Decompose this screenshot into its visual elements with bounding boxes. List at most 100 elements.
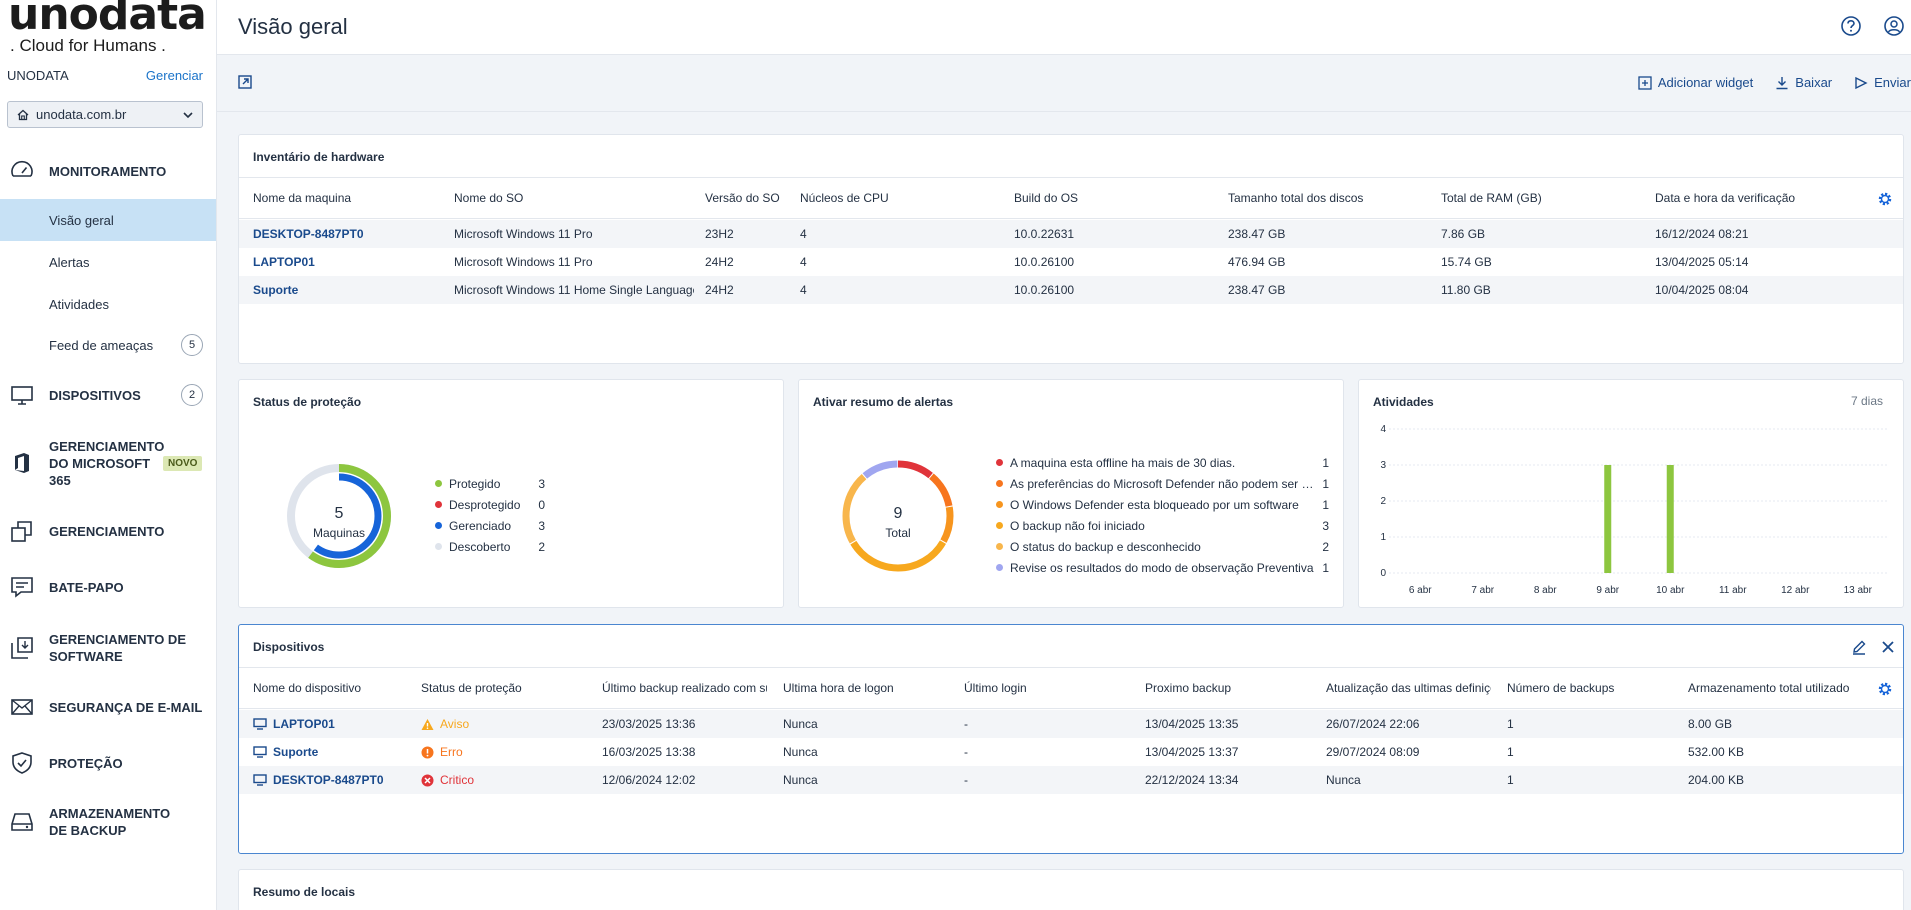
nav-section-label: BATE-PAPO (49, 579, 124, 595)
sidebar-item-threat-feed[interactable]: Feed de ameaças 5 (0, 324, 216, 366)
gear-icon[interactable] (1877, 681, 1893, 697)
column-header[interactable]: Armazenamento total utilizado (1688, 668, 1853, 708)
table-cell: 13/04/2025 13:35 (1145, 717, 1239, 731)
x-tick-label: 6 abr (1409, 585, 1432, 596)
sidebar-item-activities[interactable]: Atividades (0, 283, 216, 325)
nav-section-protection[interactable]: PROTEÇÃO (0, 748, 216, 778)
nav-section-label: SEGURANÇA DE E-MAIL (49, 699, 203, 715)
device-name: DESKTOP-8487PT0 (273, 773, 384, 787)
x-tick-label: 9 abr (1596, 585, 1619, 596)
donut-center-label: Total (885, 526, 910, 540)
table-header: Nome da maquina Nome do SO Versão do SO … (239, 177, 1903, 219)
column-header[interactable]: Último backup realizado com sucesso (602, 668, 767, 708)
legend-item: Protegido 3 (435, 473, 545, 494)
table-cell: 22/12/2024 13:34 (1145, 773, 1239, 787)
nav-section-email[interactable]: SEGURANÇA DE E-MAIL (0, 692, 216, 722)
column-header[interactable]: Status de proteção (421, 668, 586, 708)
device-name-link[interactable]: DESKTOP-8487PT0 (253, 766, 413, 794)
chart-bar[interactable] (1666, 465, 1674, 573)
page-title: Visão geral (238, 14, 348, 39)
nav-section-monitoring[interactable]: MONITORAMENTO (0, 156, 216, 186)
x-tick-label: 8 abr (1534, 585, 1557, 596)
column-header[interactable]: Proximo backup (1145, 668, 1310, 708)
legend-value: 0 (538, 497, 545, 512)
home-icon (17, 109, 29, 120)
column-header[interactable]: Versão do SO (705, 178, 795, 218)
windows-stack-icon (11, 521, 32, 542)
nav-section-m365[interactable]: GERENCIAMENTO DO MICROSOFT 365 NOVO (0, 436, 216, 490)
column-header[interactable]: Último login (964, 668, 1129, 708)
legend-item: Revise os resultados do modo de observaç… (996, 557, 1329, 578)
sidebar-item-overview[interactable]: Visão geral (0, 199, 216, 241)
nav-section-backup[interactable]: ARMAZENAMENTO DE BACKUP (0, 804, 216, 840)
column-header[interactable]: Build do OS (1014, 178, 1214, 218)
column-header[interactable]: Nome do SO (454, 178, 694, 218)
send-button[interactable]: Enviar (1854, 75, 1911, 90)
dashboard-toolbar: Adicionar widget Baixar Enviar (217, 56, 1911, 112)
gear-icon[interactable] (1877, 191, 1893, 207)
brand-logo: unodata . Cloud for Humans . (8, 0, 208, 58)
table-cell: 12/06/2024 12:02 (602, 773, 696, 787)
column-header[interactable]: Núcleos de CPU (800, 178, 1000, 218)
table-cell: 11.80 GB (1441, 283, 1491, 297)
nav-section-chat[interactable]: BATE-PAPO (0, 572, 216, 602)
nav-section-software[interactable]: GERENCIAMENTO DE SOFTWARE (0, 630, 216, 666)
donut-center-value: 9 (894, 505, 903, 522)
table-row[interactable]: DESKTOP-8487PT0 Microsoft Windows 11 Pro 2… (239, 220, 1903, 248)
protection-status: Aviso (421, 710, 591, 738)
table-row[interactable]: LAPTOP01 Microsoft Windows 11 Pro 24H2 4 10.… (239, 248, 1903, 276)
table-cell: 10.0.22631 (1014, 227, 1075, 241)
x-tick-label: 10 abr (1656, 585, 1685, 596)
column-header[interactable]: Atualização das ultimas definições (1326, 668, 1491, 708)
manage-link[interactable]: Gerenciar (146, 68, 203, 83)
chart-bar[interactable] (1604, 465, 1612, 573)
column-header[interactable]: Total de RAM (GB) (1441, 178, 1641, 218)
devices-card: Dispositivos Nome do dispositivo Status … (238, 624, 1904, 854)
machine-name-link[interactable]: DESKTOP-8487PT0 (253, 220, 443, 248)
nav-section-label: DISPOSITIVOS (49, 387, 141, 403)
legend-label: Descoberto (449, 539, 511, 554)
column-header[interactable]: Nome do dispositivo (253, 668, 403, 708)
locations-summary-card: Resumo de locais (238, 869, 1904, 910)
table-row[interactable]: Suporte Microsoft Windows 11 Home Single … (239, 276, 1903, 304)
mail-icon (11, 699, 33, 715)
column-header[interactable]: Tamanho total dos discos (1228, 178, 1428, 218)
nav-section-management[interactable]: GERENCIAMENTO (0, 516, 216, 546)
alerts-legend: A maquina esta offline ha mais de 30 dia… (996, 452, 1329, 578)
device-name-link[interactable]: Suporte (253, 738, 413, 766)
table-cell: 238.47 GB (1228, 283, 1286, 297)
device-name: LAPTOP01 (273, 717, 335, 731)
sidebar-item-alerts[interactable]: Alertas (0, 241, 216, 283)
machine-name-link[interactable]: Suporte (253, 276, 443, 304)
legend-dot (996, 501, 1003, 508)
hard-drive-icon (11, 813, 33, 831)
device-name-link[interactable]: LAPTOP01 (253, 710, 413, 738)
expand-icon[interactable] (237, 74, 253, 90)
table-header: Nome do dispositivo Status de proteção Ú… (239, 667, 1903, 709)
legend-dot (435, 480, 442, 487)
nav-section-devices[interactable]: DISPOSITIVOS 2 (0, 380, 216, 410)
edit-icon[interactable] (1851, 639, 1867, 655)
table-row[interactable]: LAPTOP01 Aviso 23/03/2025 13:36 Nunca - 13/04… (239, 710, 1903, 738)
column-header[interactable]: Ultima hora de logon (783, 668, 948, 708)
table-cell: 238.47 GB (1228, 227, 1286, 241)
brand-tagline: . Cloud for Humans . (10, 36, 166, 55)
nav-section-label: MONITORAMENTO (49, 163, 167, 179)
add-widget-button[interactable]: Adicionar widget (1638, 75, 1753, 90)
table-row[interactable]: DESKTOP-8487PT0 Critico 12/06/2024 12:02 Nu… (239, 766, 1903, 794)
x-tick-label: 13 abr (1844, 585, 1873, 596)
table-row[interactable]: Suporte Erro 16/03/2025 13:38 Nunca - 13/04/2… (239, 738, 1903, 766)
download-button[interactable]: Baixar (1775, 75, 1832, 90)
user-account-icon[interactable] (1883, 15, 1905, 37)
download-icon (1776, 76, 1788, 89)
column-header[interactable]: Data e hora da verificação (1655, 178, 1855, 218)
help-icon[interactable] (1840, 15, 1862, 37)
close-icon[interactable] (1880, 639, 1896, 655)
domain-select[interactable]: unodata.com.br (7, 101, 203, 128)
sidebar-item-label: Alertas (49, 254, 90, 270)
machine-name-link[interactable]: LAPTOP01 (253, 248, 443, 276)
table-cell: 10/04/2025 08:04 (1655, 283, 1749, 297)
table-cell: 532.00 KB (1688, 745, 1745, 759)
column-header[interactable]: Nome da maquina (253, 178, 443, 218)
column-header[interactable]: Número de backups (1507, 668, 1672, 708)
